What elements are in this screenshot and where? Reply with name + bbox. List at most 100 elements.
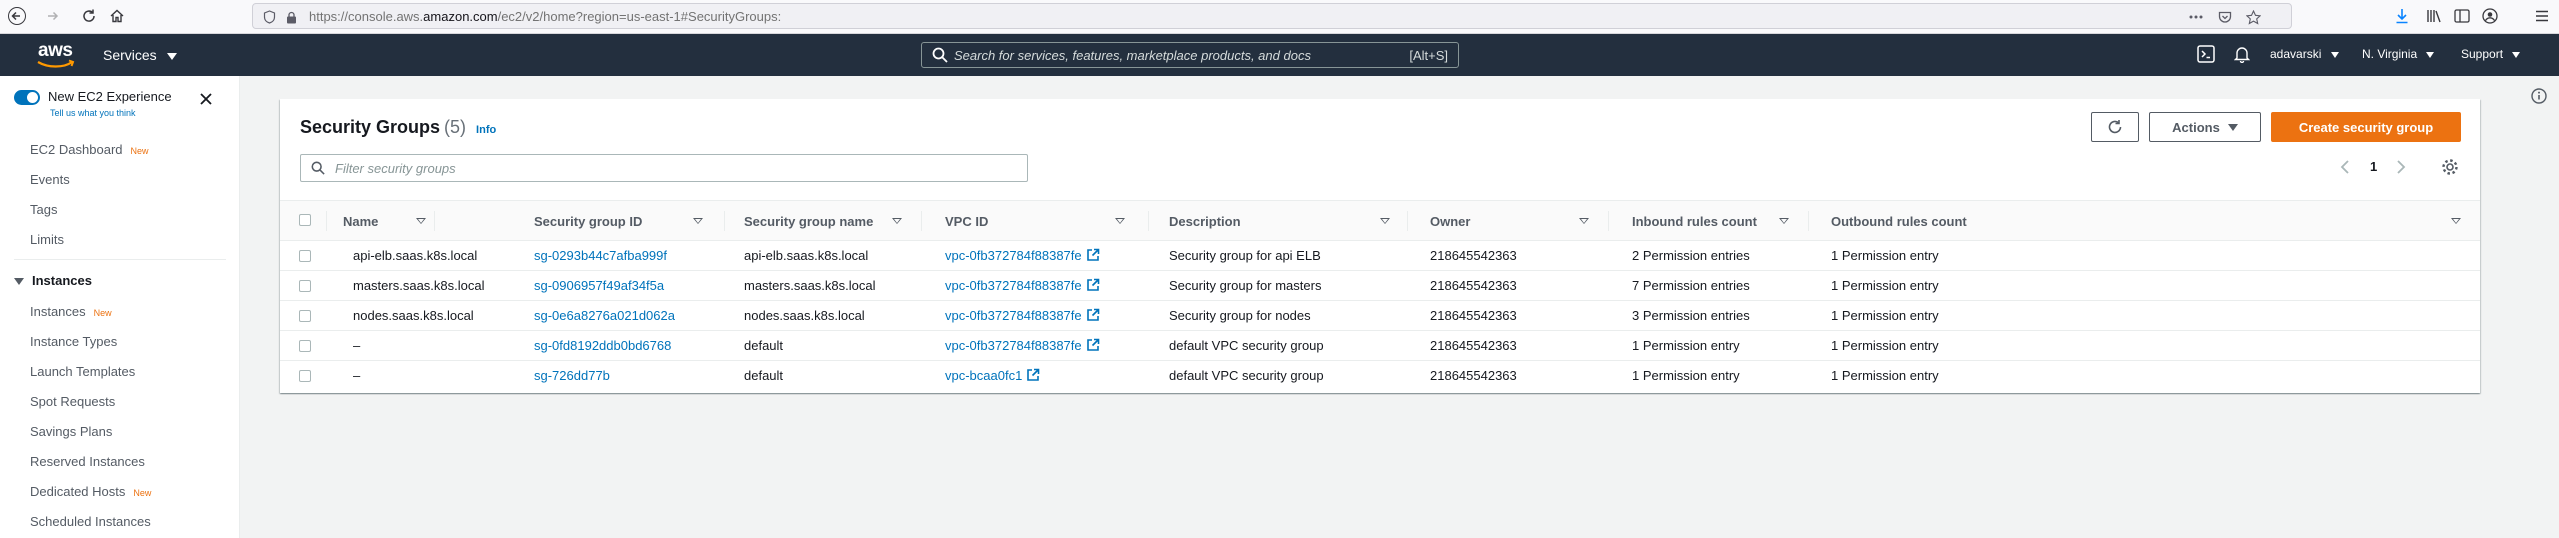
home-icon[interactable]	[106, 5, 128, 27]
gear-icon[interactable]	[2441, 158, 2459, 176]
sidebar-item-savings-plans[interactable]: Savings Plans	[30, 424, 112, 439]
sort-icon[interactable]	[2451, 218, 2461, 224]
info-icon[interactable]	[2531, 88, 2547, 104]
refresh-icon	[2108, 120, 2122, 134]
cell-inbound: 1 Permission entry	[1632, 368, 1740, 383]
refresh-button[interactable]	[2091, 112, 2139, 142]
sidebar-item-tags[interactable]: Tags	[30, 202, 57, 217]
close-icon[interactable]	[198, 91, 214, 107]
column-header-owner[interactable]: Owner	[1430, 214, 1470, 229]
feedback-link[interactable]: Tell us what you think	[50, 108, 136, 118]
table-row[interactable]: – sg-0fd8192ddb0bd6768 default vpc-0fb37…	[280, 331, 2480, 361]
table-row[interactable]: – sg-726dd77b default vpc-bcaa0fc1 defau…	[280, 361, 2480, 391]
sort-icon[interactable]	[693, 218, 703, 224]
url-bar[interactable]: https://console.aws.amazon.com/ec2/v2/ho…	[252, 3, 2292, 29]
account-icon[interactable]	[2480, 6, 2500, 26]
services-menu[interactable]: Services	[103, 47, 177, 63]
region-menu[interactable]: N. Virginia	[2362, 47, 2435, 61]
reload-icon[interactable]	[78, 5, 100, 27]
lock-icon[interactable]	[283, 9, 299, 25]
support-menu[interactable]: Support	[2461, 47, 2521, 61]
table-row[interactable]: masters.saas.k8s.local sg-0906957f49af34…	[280, 271, 2480, 301]
sidebar-item-instances[interactable]: Instances New	[30, 304, 112, 319]
cell-sg-id-link[interactable]: sg-0fd8192ddb0bd6768	[534, 338, 671, 353]
chevron-right-icon[interactable]	[2394, 159, 2408, 175]
sidebar-item-reserved-instances[interactable]: Reserved Instances	[30, 454, 145, 469]
cell-name: –	[353, 338, 361, 353]
sidebar-item-launch-templates[interactable]: Launch Templates	[30, 364, 135, 379]
page-number[interactable]: 1	[2370, 159, 2377, 174]
sort-icon[interactable]	[892, 218, 902, 224]
sidebar-item-label: Limits	[30, 232, 64, 247]
cell-sg-id-link[interactable]: sg-0e6a8276a021d062a	[534, 308, 675, 323]
user-menu[interactable]: adavarski	[2270, 47, 2339, 61]
sidebar-item-ec2-dashboard[interactable]: EC2 Dashboard New	[30, 142, 149, 157]
external-link-icon	[1086, 338, 1099, 351]
cell-vpc-link[interactable]: vpc-0fb372784f88387fe	[945, 278, 1100, 293]
shield-icon[interactable]	[261, 9, 277, 25]
sidebar-icon[interactable]	[2452, 6, 2472, 26]
sidebar-section-instances[interactable]: Instances	[14, 273, 92, 288]
column-header-sg-id[interactable]: Security group ID	[534, 214, 642, 229]
column-divider	[434, 211, 435, 231]
column-header-name[interactable]: Name	[343, 214, 378, 229]
divider	[14, 259, 226, 260]
external-link-icon	[1027, 368, 1040, 381]
table-row[interactable]: nodes.saas.k8s.local sg-0e6a8276a021d062…	[280, 301, 2480, 331]
sidebar-item-dedicated-hosts[interactable]: Dedicated Hosts New	[30, 484, 151, 499]
select-all-checkbox[interactable]	[299, 214, 311, 226]
sort-icon[interactable]	[416, 218, 426, 224]
sidebar-item-scheduled-instances[interactable]: Scheduled Instances	[30, 514, 151, 529]
chevron-left-icon[interactable]	[2338, 159, 2352, 175]
aws-logo[interactable]: aws	[34, 40, 80, 70]
sort-icon[interactable]	[1779, 218, 1789, 224]
star-icon[interactable]	[2245, 9, 2261, 25]
sidebar-item-label: Instance Types	[30, 334, 118, 349]
sort-icon[interactable]	[1115, 218, 1125, 224]
column-header-outbound[interactable]: Outbound rules count	[1831, 214, 1967, 229]
cell-vpc-link[interactable]: vpc-0fb372784f88387fe	[945, 248, 1100, 263]
sidebar-item-limits[interactable]: Limits	[30, 232, 64, 247]
sidebar-item-instance-types[interactable]: Instance Types	[30, 334, 117, 349]
search-placeholder: Search for services, features, marketpla…	[954, 48, 1311, 63]
cell-sg-id-link[interactable]: sg-0906957f49af34f5a	[534, 278, 664, 293]
row-checkbox[interactable]	[299, 340, 311, 352]
column-header-inbound[interactable]: Inbound rules count	[1632, 214, 1757, 229]
filter-input[interactable]: Filter security groups	[300, 154, 1028, 182]
download-icon[interactable]	[2392, 6, 2412, 26]
back-icon[interactable]	[6, 5, 28, 27]
sort-icon[interactable]	[1579, 218, 1589, 224]
search-icon	[932, 47, 948, 63]
column-header-sg-name[interactable]: Security group name	[744, 214, 873, 229]
create-security-group-button[interactable]: Create security group	[2271, 112, 2461, 142]
forward-icon[interactable]	[42, 5, 64, 27]
row-checkbox[interactable]	[299, 250, 311, 262]
library-icon[interactable]	[2424, 6, 2444, 26]
row-checkbox[interactable]	[299, 370, 311, 382]
hamburger-menu-icon[interactable]	[2532, 6, 2552, 26]
cloudshell-icon[interactable]	[2197, 45, 2215, 66]
bell-icon[interactable]	[2233, 45, 2251, 66]
row-checkbox[interactable]	[299, 280, 311, 292]
new-experience-toggle[interactable]	[14, 90, 40, 105]
search-input[interactable]: Search for services, features, marketpla…	[921, 42, 1459, 68]
external-link-icon	[1086, 248, 1099, 261]
cell-sg-id-link[interactable]: sg-0293b44c7afba999f	[534, 248, 667, 263]
menu-icon[interactable]	[2188, 9, 2204, 25]
actions-button[interactable]: Actions	[2149, 112, 2261, 142]
cell-vpc-link[interactable]: vpc-0fb372784f88387fe	[945, 338, 1100, 353]
cell-vpc-link[interactable]: vpc-bcaa0fc1	[945, 368, 1040, 383]
row-checkbox[interactable]	[299, 310, 311, 322]
sidebar-item-events[interactable]: Events	[30, 172, 70, 187]
column-header-description[interactable]: Description	[1169, 214, 1241, 229]
sort-icon[interactable]	[1380, 218, 1390, 224]
cell-vpc-link[interactable]: vpc-0fb372784f88387fe	[945, 308, 1100, 323]
column-header-vpc-id[interactable]: VPC ID	[945, 214, 988, 229]
info-link[interactable]: Info	[476, 124, 496, 136]
pocket-icon[interactable]	[2217, 9, 2233, 25]
search-shortcut: [Alt+S]	[1409, 48, 1448, 63]
cell-sg-id-link[interactable]: sg-726dd77b	[534, 368, 610, 383]
sidebar-item-spot-requests[interactable]: Spot Requests	[30, 394, 115, 409]
item-count: (5)	[444, 117, 467, 137]
table-row[interactable]: api-elb.saas.k8s.local sg-0293b44c7afba9…	[280, 241, 2480, 271]
